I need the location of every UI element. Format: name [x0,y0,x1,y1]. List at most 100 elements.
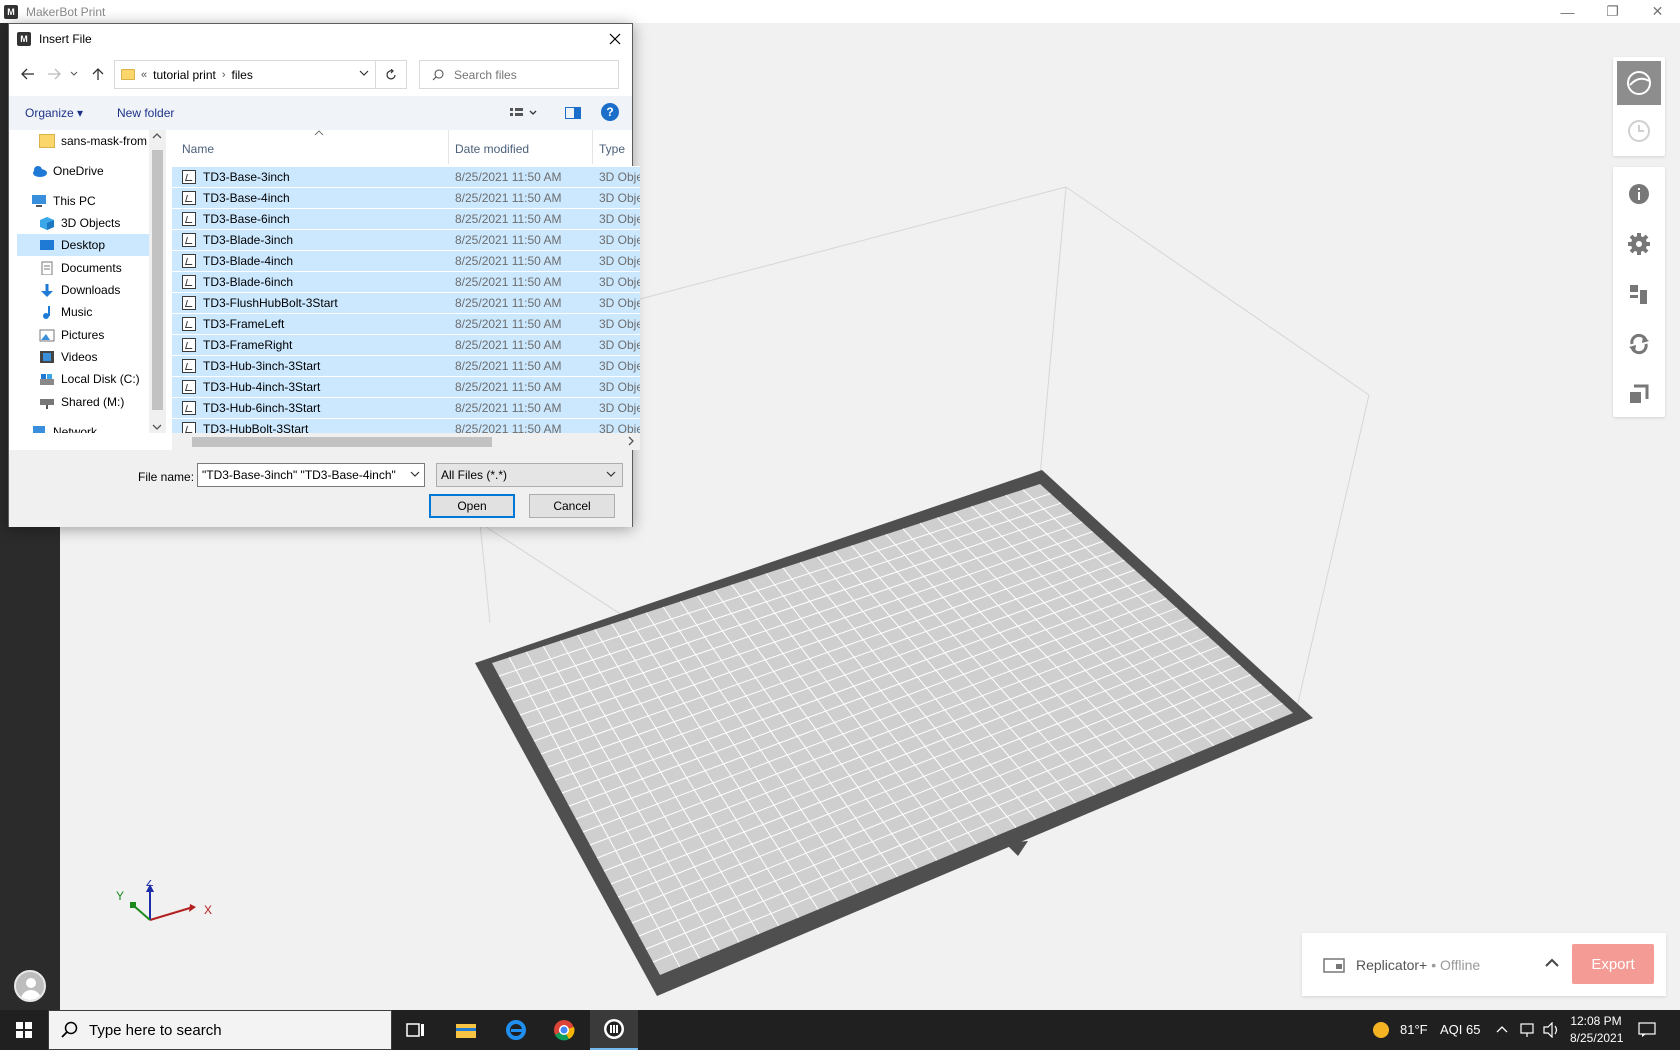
file-row[interactable]: TD3-Blade-6inch 8/25/2021 11:50 AM 3D Obje [172,271,640,292]
file-explorer-button[interactable] [442,1010,490,1050]
user-avatar[interactable] [14,970,46,1002]
nav-item-shared-drive[interactable]: Shared (M:) [39,391,124,413]
file-row[interactable]: TD3-FrameRight 8/25/2021 11:50 AM 3D Obje [172,334,640,355]
up-button[interactable] [87,62,109,86]
task-view-button[interactable] [392,1010,440,1050]
column-name[interactable]: Name [182,142,214,156]
file-row[interactable]: TD3-Base-6inch 8/25/2021 11:50 AM 3D Obje [172,208,640,229]
recent-locations-button[interactable] [67,62,81,86]
overflow-chevron[interactable]: « [141,69,147,81]
nav-item-3d-objects[interactable]: 3D Objects [39,212,120,234]
file-row[interactable]: TD3-Base-3inch 8/25/2021 11:50 AM 3D Obje [172,166,640,187]
scroll-up-icon[interactable] [149,130,166,142]
file-row[interactable]: TD3-Blade-4inch 8/25/2021 11:50 AM 3D Obje [172,250,640,271]
export-button[interactable]: Export [1572,944,1654,984]
file-row[interactable]: TD3-Hub-3inch-3Start 8/25/2021 11:50 AM 3D… [172,355,640,376]
new-folder-button[interactable]: New folder [117,106,174,120]
dialog-titlebar: M Insert File [9,24,632,54]
chevron-up-icon[interactable] [1544,955,1560,971]
rotate-button[interactable] [1617,321,1661,367]
preview-pane-button[interactable] [565,102,581,124]
file-row[interactable]: TD3-HubBolt-3Start 8/25/2021 11:50 AM 3D O… [172,418,640,433]
open-button[interactable]: Open [429,494,515,518]
nav-item-onedrive[interactable]: OneDrive [31,160,104,182]
search-input[interactable] [454,67,604,82]
info-button[interactable] [1617,171,1661,217]
change-view-button[interactable] [509,102,539,124]
back-button[interactable] [17,62,39,86]
address-bar[interactable]: « tutorial print › files [114,60,376,89]
view-sphere-button[interactable] [1617,61,1661,105]
file-name: TD3-Hub-6inch-3Start [203,401,321,415]
start-button[interactable] [0,1010,48,1050]
minimize-button[interactable]: — [1545,0,1590,23]
column-date-modified[interactable]: Date modified [455,142,529,156]
nav-item-desktop[interactable]: Desktop [17,234,149,256]
network-tray-icon[interactable] [1518,1022,1536,1038]
chevron-up-icon[interactable] [1496,1024,1508,1034]
windows-icon [16,1022,32,1038]
scale-button[interactable] [1617,371,1661,417]
nav-item-this-pc[interactable]: This PC [31,190,96,212]
breadcrumb-tutorial-print[interactable]: tutorial print [153,68,216,82]
breadcrumb-files[interactable]: files [232,68,253,82]
column-type[interactable]: Type [599,142,625,156]
file-row[interactable]: TD3-Hub-4inch-3Start 8/25/2021 11:50 AM 3D… [172,376,640,397]
scroll-down-icon[interactable] [149,421,166,433]
nav-item-sans-mask-from[interactable]: sans-mask-from [39,130,147,152]
organize-button[interactable]: Organize ▾ [25,106,83,120]
file-row[interactable]: TD3-Base-4inch 8/25/2021 11:50 AM 3D Obje [172,187,640,208]
restore-button[interactable]: ❐ [1590,0,1635,23]
chevron-down-icon[interactable] [410,470,420,478]
makerbot-logo-icon: M [4,4,18,19]
close-app-button[interactable]: ✕ [1635,0,1680,23]
help-button[interactable]: ? [601,103,619,121]
file-row[interactable]: TD3-FrameLeft 8/25/2021 11:50 AM 3D Obje [172,313,640,334]
file-type-select[interactable]: All Files (*.*) [436,463,623,487]
file-row[interactable]: TD3-FlushHubBolt-3Start 8/25/2021 11:50 A… [172,292,640,313]
taskbar-search[interactable]: Type here to search [48,1010,392,1050]
makerbot-taskbar-button[interactable] [590,1010,638,1050]
3d-file-icon [182,317,196,331]
computer-icon [32,195,46,207]
arrange-button[interactable] [1617,271,1661,317]
nav-item-network[interactable]: Network [31,421,97,433]
nav-item-music[interactable]: Music [39,301,92,323]
file-name-input[interactable]: "TD3-Base-3inch" "TD3-Base-4inch" " [197,463,425,487]
weather-aqi[interactable]: AQI 65 [1440,1022,1480,1037]
nav-pane-scrollbar[interactable] [149,130,166,433]
printer-name[interactable]: Replicator+ [1356,957,1427,973]
nav-item-pictures[interactable]: Pictures [39,324,104,346]
cancel-button[interactable]: Cancel [529,494,615,518]
music-icon [43,306,50,319]
print-preview-button[interactable] [1617,109,1661,153]
file-row[interactable]: TD3-Blade-3inch 8/25/2021 11:50 AM 3D Obje [172,229,640,250]
arrow-left-icon [21,68,34,80]
forward-button[interactable] [43,62,65,86]
file-type: 3D Obje [599,254,640,268]
edge-button[interactable] [492,1010,540,1050]
nav-scroll-thumb[interactable] [152,150,163,410]
notification-icon[interactable] [1638,1022,1656,1038]
settings-button[interactable] [1617,221,1661,267]
chrome-button[interactable] [540,1010,588,1050]
hscroll-thumb[interactable] [192,437,492,447]
scroll-right-icon[interactable] [626,435,636,447]
nav-item-videos[interactable]: Videos [39,346,97,368]
file-list-hscrollbar[interactable] [172,433,640,450]
volume-icon[interactable] [1542,1022,1560,1038]
dialog-close-button[interactable] [604,28,626,50]
file-date: 8/25/2021 11:50 AM [455,359,562,373]
file-name: TD3-Hub-3inch-3Start [203,359,321,373]
file-explorer-icon [456,1024,476,1038]
file-type: 3D Obje [599,422,640,433]
taskbar-clock[interactable]: 12:08 PM 8/25/2021 [1570,1013,1623,1047]
nav-item-local-disk[interactable]: Local Disk (C:) [39,368,140,390]
nav-item-documents[interactable]: Documents [39,257,122,279]
chevron-down-icon[interactable] [359,69,369,77]
refresh-button[interactable] [376,60,407,89]
nav-item-downloads[interactable]: Downloads [39,279,120,301]
weather-temp[interactable]: 81°F [1400,1022,1428,1037]
file-row[interactable]: TD3-Hub-6inch-3Start 8/25/2021 11:50 AM 3D… [172,397,640,418]
search-box[interactable] [419,60,619,89]
